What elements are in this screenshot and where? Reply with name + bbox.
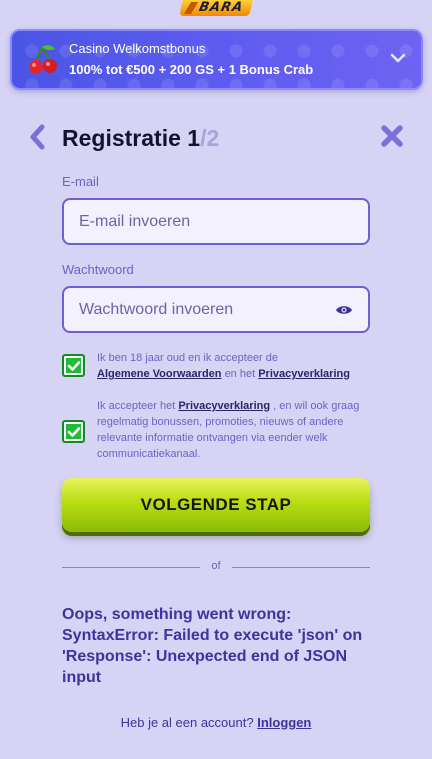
back-arrow-icon[interactable]: [28, 124, 48, 150]
terms-text-2: en het: [224, 368, 256, 380]
login-prompt: Heb je al een account? Inloggen: [0, 715, 432, 730]
logo-strip: BARA: [0, 0, 432, 18]
email-field[interactable]: [62, 198, 370, 245]
login-link[interactable]: Inloggen: [257, 715, 311, 730]
terms-text-1: Ik ben 18 jaar oud en ik accepteer de: [97, 352, 279, 364]
terms-checkbox[interactable]: [62, 354, 85, 377]
chevron-down-icon[interactable]: [389, 51, 407, 65]
terms-link[interactable]: Algemene Voorwaarden: [97, 368, 222, 380]
close-icon[interactable]: [380, 124, 404, 148]
next-step-button[interactable]: VOLGENDE STAP: [62, 478, 370, 532]
logo-mark-icon: [184, 2, 199, 14]
terms-consent-text: Ik ben 18 jaar oud en ik accepteer de Al…: [97, 350, 350, 382]
logo-text: BARA: [197, 0, 245, 15]
marketing-consent-text: Ik accepteer het Privacyverklaring , en …: [97, 398, 369, 462]
password-label: Wachtwoord: [62, 262, 134, 277]
eye-icon[interactable]: [335, 304, 353, 316]
password-input[interactable]: [79, 300, 335, 319]
cherry-icon: [29, 45, 57, 74]
bonus-title: Casino Welkomstbonus: [69, 41, 206, 56]
marketing-privacy-link[interactable]: Privacyverklaring: [178, 400, 270, 412]
marketing-text-1: Ik accepteer het: [97, 400, 176, 412]
registration-header: Registratie 1/2: [28, 122, 408, 154]
page-title-text: Registratie: [62, 125, 181, 151]
bonus-offer: 100% tot €500 + 200 GS + 1 Bonus Crab: [69, 62, 314, 77]
brand-logo[interactable]: BARA: [179, 0, 253, 16]
privacy-link[interactable]: Privacyverklaring: [258, 368, 350, 380]
or-divider: of: [62, 560, 370, 574]
checkmark-icon: [67, 360, 80, 371]
checkmark-icon: [67, 426, 80, 437]
page-title: Registratie 1/2: [62, 124, 219, 152]
email-label: E-mail: [62, 174, 99, 189]
step-total: /2: [200, 125, 220, 151]
error-message: Oops, something went wrong: SyntaxError:…: [62, 606, 363, 686]
step-current: 1: [187, 125, 201, 151]
marketing-consent-row: Ik accepteer het Privacyverklaring , en …: [62, 398, 372, 462]
email-input[interactable]: [79, 212, 353, 231]
password-field[interactable]: [62, 286, 370, 333]
divider-text: of: [211, 560, 221, 572]
terms-consent-row: Ik ben 18 jaar oud en ik accepteer de Al…: [62, 350, 372, 382]
marketing-checkbox[interactable]: [62, 420, 85, 443]
divider-line-right: [232, 567, 370, 568]
welcome-bonus-banner[interactable]: Casino Welkomstbonus 100% tot €500 + 200…: [10, 29, 423, 90]
login-prompt-text: Heb je al een account?: [120, 715, 254, 730]
